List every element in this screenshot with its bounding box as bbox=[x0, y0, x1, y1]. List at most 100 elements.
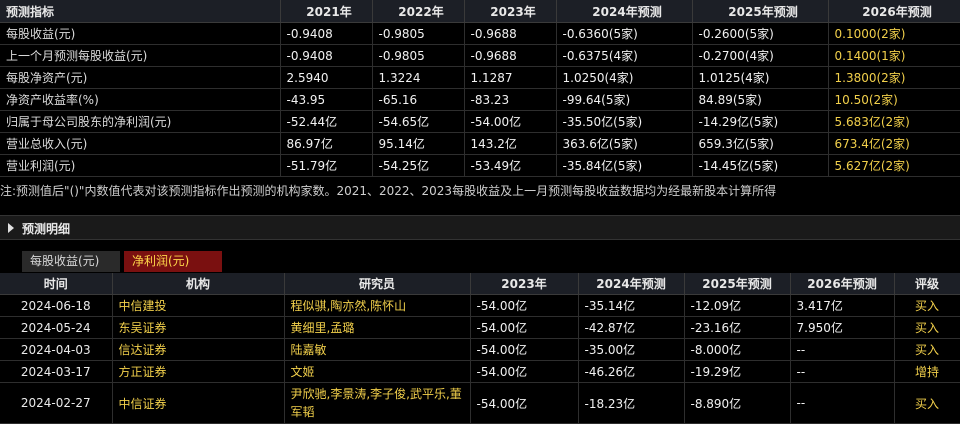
forecast-cell: 2.5940 bbox=[280, 66, 373, 89]
detail-2023: -54.00亿 bbox=[470, 338, 579, 361]
tab-net-profit[interactable]: 净利润(元) bbox=[124, 251, 222, 272]
forecast-cell: -0.9688 bbox=[464, 22, 557, 45]
forecast-row: 归属于母公司股东的净利润(元) -52.44亿 -54.65亿 -54.00亿 -35.… bbox=[0, 110, 960, 133]
detail-2026: 3.417亿 bbox=[790, 294, 895, 317]
detail-header-date: 时间 bbox=[0, 273, 113, 295]
detail-date: 2024-05-24 bbox=[0, 316, 113, 339]
detail-2025: -8.890亿 bbox=[684, 382, 791, 424]
forecast-header-2026: 2026年预测 bbox=[828, 0, 960, 23]
forecast-header-2025: 2025年预测 bbox=[692, 0, 829, 23]
forecast-cell: -35.84亿(5家) bbox=[556, 154, 693, 177]
forecast-cell: 659.3亿(5家) bbox=[692, 132, 829, 155]
detail-header-2026: 2026年预测 bbox=[790, 273, 895, 295]
forecast-cell: -0.9805 bbox=[372, 22, 465, 45]
forecast-cell: -14.45亿(5家) bbox=[692, 154, 829, 177]
forecast-cell: 5.627亿(2家) bbox=[828, 154, 960, 177]
forecast-cell: -0.6375(4家) bbox=[556, 44, 693, 67]
detail-2023: -54.00亿 bbox=[470, 316, 579, 339]
forecast-cell: -43.95 bbox=[280, 88, 373, 111]
forecast-cell: -83.23 bbox=[464, 88, 557, 111]
detail-institution[interactable]: 方正证券 bbox=[112, 360, 285, 383]
detail-rating: 买入 bbox=[894, 382, 960, 424]
detail-header-2023: 2023年 bbox=[470, 273, 579, 295]
detail-2025: -23.16亿 bbox=[684, 316, 791, 339]
forecast-cell: -99.64(5家) bbox=[556, 88, 693, 111]
detail-analysts[interactable]: 文姬 bbox=[284, 360, 471, 383]
forecast-row: 净资产收益率(%) -43.95 -65.16 -83.23 -99.64(5家) 84.… bbox=[0, 88, 960, 111]
forecast-row: 营业总收入(元) 86.97亿 95.14亿 143.2亿 363.6亿(5家) 659.… bbox=[0, 132, 960, 155]
detail-2023: -54.00亿 bbox=[470, 360, 579, 383]
forecast-row-label: 营业总收入(元) bbox=[0, 132, 281, 155]
forecast-row: 每股收益(元) -0.9408 -0.9805 -0.9688 -0.6360(5家) -… bbox=[0, 22, 960, 45]
forecast-cell: -14.29亿(5家) bbox=[692, 110, 829, 133]
forecast-row-label: 每股收益(元) bbox=[0, 22, 281, 45]
detail-institution[interactable]: 东吴证券 bbox=[112, 316, 285, 339]
detail-row[interactable]: 2024-03-17 方正证券 文姬 -54.00亿 -46.26亿 -19.29亿 -- 增… bbox=[0, 360, 960, 383]
forecast-cell: 1.3800(2家) bbox=[828, 66, 960, 89]
forecast-row-label: 上一个月预测每股收益(元) bbox=[0, 44, 281, 67]
forecast-row-label: 每股净资产(元) bbox=[0, 66, 281, 89]
forecast-header-2021: 2021年 bbox=[280, 0, 373, 23]
forecast-cell: 0.1000(2家) bbox=[828, 22, 960, 45]
forecast-note: 注:预测值后"()"内数值代表对该预测指标作出预测的机构家数。2021、2022… bbox=[0, 184, 777, 198]
forecast-cell: 10.50(2家) bbox=[828, 88, 960, 111]
forecast-row: 上一个月预测每股收益(元) -0.9408 -0.9805 -0.9688 -0.637… bbox=[0, 44, 960, 67]
forecast-row-label: 归属于母公司股东的净利润(元) bbox=[0, 110, 281, 133]
forecast-cell: -0.9688 bbox=[464, 44, 557, 67]
forecast-header-row: 预测指标 2021年 2022年 2023年 2024年预测 2025年预测 2… bbox=[0, 0, 960, 23]
detail-analysts[interactable]: 尹欣驰,李景涛,李子俊,武平乐,董军韬 bbox=[284, 382, 471, 424]
detail-rating: 增持 bbox=[894, 360, 960, 383]
detail-2025: -12.09亿 bbox=[684, 294, 791, 317]
detail-header-rating: 评级 bbox=[894, 273, 960, 295]
forecast-cell: -53.49亿 bbox=[464, 154, 557, 177]
forecast-row: 营业利润(元) -51.79亿 -54.25亿 -53.49亿 -35.84亿(5家) -… bbox=[0, 154, 960, 177]
detail-date: 2024-03-17 bbox=[0, 360, 113, 383]
detail-analysts[interactable]: 陆嘉敏 bbox=[284, 338, 471, 361]
forecast-cell: -0.2600(5家) bbox=[692, 22, 829, 45]
forecast-row: 每股净资产(元) 2.5940 1.3224 1.1287 1.0250(4家) 1.01… bbox=[0, 66, 960, 89]
forecast-cell: 95.14亿 bbox=[372, 132, 465, 155]
detail-header-2024: 2024年预测 bbox=[578, 273, 685, 295]
forecast-header-metric: 预测指标 bbox=[0, 0, 281, 23]
detail-row[interactable]: 2024-02-27 中信证券 尹欣驰,李景涛,李子俊,武平乐,董军韬 -54.00亿… bbox=[0, 382, 960, 424]
forecast-cell: 84.89(5家) bbox=[692, 88, 829, 111]
detail-header-analysts: 研究员 bbox=[284, 273, 471, 295]
detail-row[interactable]: 2024-05-24 东吴证券 黄细里,孟璐 -54.00亿 -42.87亿 -23.16… bbox=[0, 316, 960, 339]
detail-header-row: 时间 机构 研究员 2023年 2024年预测 2025年预测 2026年预测 … bbox=[0, 273, 960, 295]
detail-analysts[interactable]: 程似骐,陶亦然,陈怀山 bbox=[284, 294, 471, 317]
detail-2025: -8.000亿 bbox=[684, 338, 791, 361]
forecast-cell: -0.9805 bbox=[372, 44, 465, 67]
forecast-cell: -54.65亿 bbox=[372, 110, 465, 133]
expand-triangle-icon[interactable] bbox=[8, 223, 14, 233]
forecast-cell: -65.16 bbox=[372, 88, 465, 111]
detail-section-header[interactable]: 预测明细 bbox=[0, 215, 960, 240]
detail-2026: -- bbox=[790, 338, 895, 361]
detail-2026: -- bbox=[790, 360, 895, 383]
forecast-cell: -52.44亿 bbox=[280, 110, 373, 133]
detail-section-title: 预测明细 bbox=[22, 222, 71, 236]
detail-rating: 买入 bbox=[894, 316, 960, 339]
detail-2024: -35.00亿 bbox=[578, 338, 685, 361]
detail-row[interactable]: 2024-06-18 中信建投 程似骐,陶亦然,陈怀山 -54.00亿 -35.14亿 -… bbox=[0, 294, 960, 317]
detail-2023: -54.00亿 bbox=[470, 294, 579, 317]
detail-2024: -18.23亿 bbox=[578, 382, 685, 424]
forecast-cell: -0.6360(5家) bbox=[556, 22, 693, 45]
forecast-cell: -54.25亿 bbox=[372, 154, 465, 177]
detail-institution[interactable]: 中信证券 bbox=[112, 382, 285, 424]
detail-2023: -54.00亿 bbox=[470, 382, 579, 424]
detail-analysts[interactable]: 黄细里,孟璐 bbox=[284, 316, 471, 339]
forecast-cell: -0.2700(4家) bbox=[692, 44, 829, 67]
forecast-header-2023: 2023年 bbox=[464, 0, 557, 23]
detail-2025: -19.29亿 bbox=[684, 360, 791, 383]
forecast-cell: -51.79亿 bbox=[280, 154, 373, 177]
forecast-cell: 5.683亿(2家) bbox=[828, 110, 960, 133]
forecast-row-label: 净资产收益率(%) bbox=[0, 88, 281, 111]
detail-2024: -46.26亿 bbox=[578, 360, 685, 383]
forecast-header-2024: 2024年预测 bbox=[556, 0, 693, 23]
detail-row[interactable]: 2024-04-03 信达证券 陆嘉敏 -54.00亿 -35.00亿 -8.000亿 --… bbox=[0, 338, 960, 361]
detail-institution[interactable]: 中信建投 bbox=[112, 294, 285, 317]
tab-eps[interactable]: 每股收益(元) bbox=[22, 251, 120, 272]
detail-date: 2024-06-18 bbox=[0, 294, 113, 317]
forecast-cell: 1.1287 bbox=[464, 66, 557, 89]
detail-institution[interactable]: 信达证券 bbox=[112, 338, 285, 361]
